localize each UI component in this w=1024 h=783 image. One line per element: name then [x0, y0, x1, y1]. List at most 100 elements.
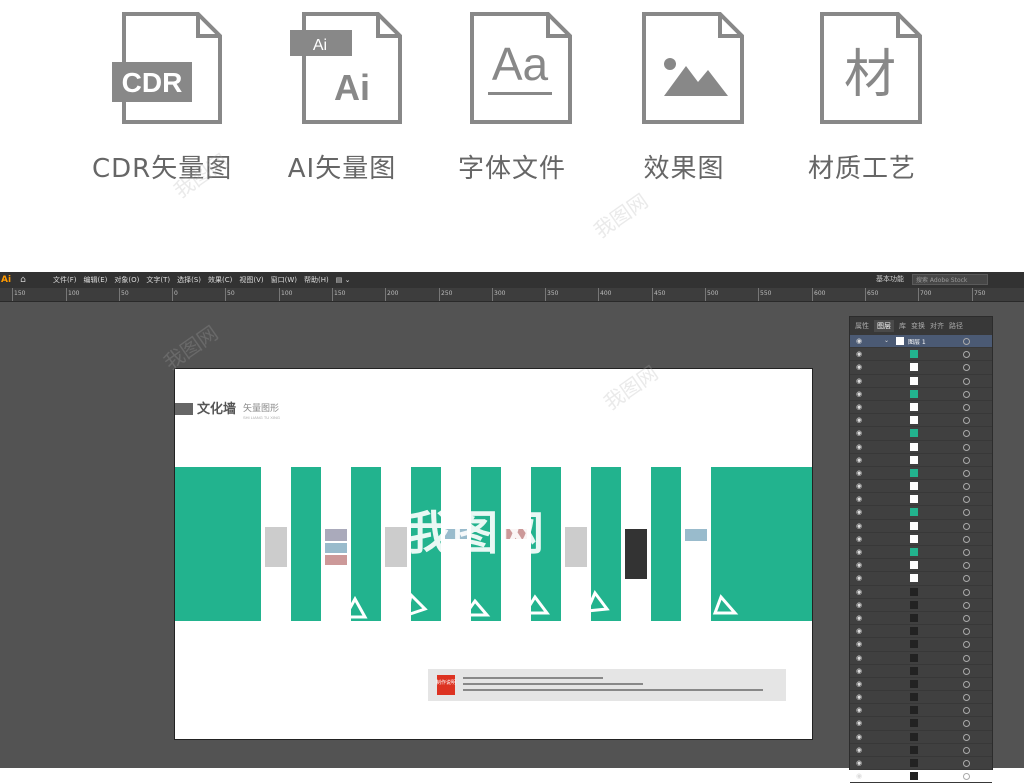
sublayer-row[interactable]: ◉: [850, 652, 992, 665]
target-circle-icon[interactable]: [963, 773, 970, 781]
visibility-eye-icon[interactable]: ◉: [856, 495, 862, 503]
sublayer-row[interactable]: ◉: [850, 427, 992, 441]
target-circle-icon[interactable]: [963, 720, 970, 728]
target-circle-icon[interactable]: [963, 614, 970, 622]
sublayer-row[interactable]: ◉: [850, 375, 992, 388]
target-circle-icon[interactable]: [963, 562, 970, 570]
sublayer-row[interactable]: ◉: [850, 361, 992, 375]
sublayer-row[interactable]: ◉: [850, 493, 992, 507]
sublayer-row[interactable]: ◉: [850, 678, 992, 692]
sublayer-row[interactable]: ◉: [850, 638, 992, 652]
target-circle-icon[interactable]: [963, 628, 970, 636]
sublayer-row[interactable]: ◉: [850, 441, 992, 454]
target-circle-icon[interactable]: [963, 654, 970, 662]
visibility-eye-icon[interactable]: ◉: [856, 772, 862, 780]
sublayer-row[interactable]: ◉: [850, 559, 992, 573]
tab-layers[interactable]: 图层: [874, 320, 894, 332]
menu-help[interactable]: 帮助(H): [304, 275, 329, 285]
target-circle-icon[interactable]: [963, 601, 970, 609]
menu-effect[interactable]: 效果(C): [208, 275, 232, 285]
visibility-eye-icon[interactable]: ◉: [856, 548, 862, 556]
visibility-eye-icon[interactable]: ◉: [856, 693, 862, 701]
target-circle-icon[interactable]: [963, 403, 970, 411]
tab-transform[interactable]: 变换: [911, 321, 925, 331]
visibility-eye-icon[interactable]: ◉: [856, 667, 862, 675]
target-circle-icon[interactable]: [963, 483, 970, 491]
artboard[interactable]: 文化墙 矢量图形 SHI LIANG TU XING 我图网 制作说明: [174, 368, 813, 740]
target-circle-icon[interactable]: [963, 641, 970, 649]
visibility-eye-icon[interactable]: ◉: [856, 482, 862, 490]
visibility-eye-icon[interactable]: ◉: [856, 588, 862, 596]
visibility-eye-icon[interactable]: ◉: [856, 574, 862, 582]
menu-window[interactable]: 窗口(W): [271, 275, 297, 285]
menu-select[interactable]: 选择(S): [177, 275, 201, 285]
target-circle-icon[interactable]: [963, 443, 970, 451]
visibility-eye-icon[interactable]: ◉: [856, 746, 862, 754]
visibility-eye-icon[interactable]: ◉: [856, 627, 862, 635]
target-circle-icon[interactable]: [963, 535, 970, 543]
target-circle-icon[interactable]: [963, 390, 970, 398]
sublayer-row[interactable]: ◉: [850, 480, 992, 494]
menu-file[interactable]: 文件(F): [53, 275, 77, 285]
visibility-eye-icon[interactable]: ◉: [856, 614, 862, 622]
sublayer-row[interactable]: ◉: [850, 572, 992, 586]
target-circle-icon[interactable]: [963, 549, 970, 556]
target-circle-icon[interactable]: [963, 694, 970, 702]
visibility-eye-icon[interactable]: ◉: [856, 522, 862, 530]
target-circle-icon[interactable]: [963, 746, 970, 754]
visibility-eye-icon[interactable]: ◉: [856, 535, 862, 543]
target-circle-icon[interactable]: [963, 667, 970, 675]
target-circle-icon[interactable]: [963, 509, 970, 517]
target-circle-icon[interactable]: [963, 522, 970, 530]
menu-view[interactable]: 视图(V): [239, 275, 263, 285]
visibility-eye-icon[interactable]: ◉: [856, 443, 862, 451]
target-circle-icon[interactable]: [963, 377, 970, 385]
menu-type[interactable]: 文字(T): [146, 275, 170, 285]
sublayer-row[interactable]: ◉: [850, 586, 992, 599]
target-circle-icon[interactable]: [963, 496, 970, 504]
visibility-eye-icon[interactable]: ◉: [856, 350, 862, 358]
menu-object[interactable]: 对象(O): [114, 275, 139, 285]
target-circle-icon[interactable]: [963, 417, 970, 425]
visibility-eye-icon[interactable]: ◉: [856, 469, 862, 477]
tab-align[interactable]: 对齐: [930, 321, 944, 331]
sublayer-row[interactable]: ◉: [850, 348, 992, 362]
sublayer-row[interactable]: ◉: [850, 401, 992, 415]
chevron-down-icon[interactable]: ⌄: [884, 337, 889, 344]
sublayer-row[interactable]: ◉: [850, 770, 992, 783]
visibility-eye-icon[interactable]: ◉: [856, 654, 862, 662]
target-circle-icon[interactable]: [963, 364, 970, 372]
visibility-eye-icon[interactable]: ◉: [856, 403, 862, 411]
sublayer-row[interactable]: ◉: [850, 625, 992, 639]
visibility-eye-icon[interactable]: ◉: [856, 363, 862, 371]
tab-libraries[interactable]: 库: [899, 321, 906, 331]
visibility-eye-icon[interactable]: ◉: [856, 456, 862, 464]
arrange-icon[interactable]: ▤ ⌄: [336, 276, 351, 284]
sublayer-row[interactable]: ◉: [850, 467, 992, 481]
target-circle-icon[interactable]: [963, 588, 970, 596]
target-circle-icon[interactable]: [963, 351, 970, 359]
target-circle-icon[interactable]: [963, 575, 970, 583]
stock-search-input[interactable]: 搜索 Adobe Stock: [912, 274, 988, 285]
sublayer-row[interactable]: ◉: [850, 665, 992, 678]
sublayer-row[interactable]: ◉: [850, 414, 992, 428]
visibility-eye-icon[interactable]: ◉: [856, 377, 862, 385]
sublayer-row[interactable]: ◉: [850, 533, 992, 546]
tab-properties[interactable]: 属性: [855, 321, 869, 331]
layer-row-top[interactable]: ◉ ⌄ 图层 1: [850, 335, 992, 349]
visibility-eye-icon[interactable]: ◉: [856, 390, 862, 398]
visibility-eye-icon[interactable]: ◉: [856, 429, 862, 437]
visibility-eye-icon[interactable]: ◉: [856, 733, 862, 741]
sublayer-row[interactable]: ◉: [850, 612, 992, 626]
target-circle-icon[interactable]: [963, 430, 970, 438]
sublayer-row[interactable]: ◉: [850, 546, 992, 560]
visibility-eye-icon[interactable]: ◉: [856, 337, 862, 345]
visibility-eye-icon[interactable]: ◉: [856, 680, 862, 688]
sublayer-row[interactable]: ◉: [850, 731, 992, 744]
sublayer-row[interactable]: ◉: [850, 757, 992, 771]
visibility-eye-icon[interactable]: ◉: [856, 706, 862, 714]
target-circle-icon[interactable]: [963, 456, 970, 464]
home-icon[interactable]: ⌂: [13, 275, 33, 285]
sublayer-row[interactable]: ◉: [850, 691, 992, 705]
visibility-eye-icon[interactable]: ◉: [856, 561, 862, 569]
